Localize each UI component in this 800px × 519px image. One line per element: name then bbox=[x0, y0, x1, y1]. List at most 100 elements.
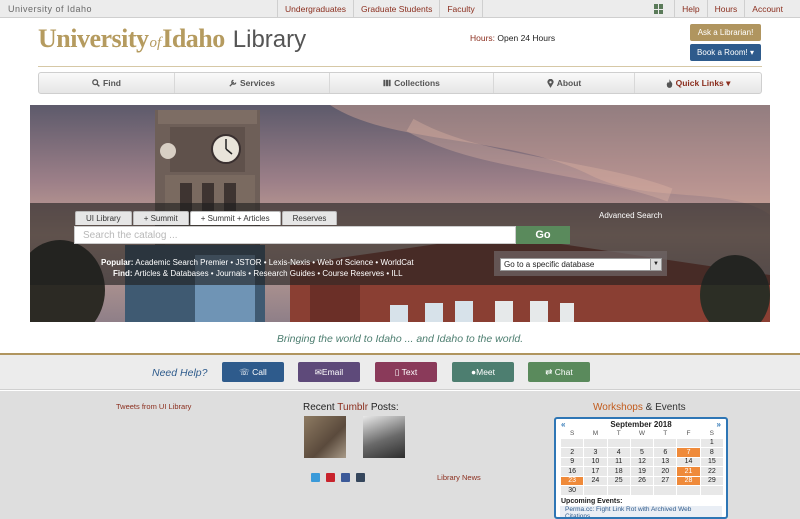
prev-month-button[interactable]: « bbox=[561, 420, 565, 429]
nav-collections[interactable]: Collections bbox=[330, 73, 494, 93]
weekday-header: T bbox=[616, 430, 621, 438]
tumblr-post-thumbnail[interactable] bbox=[304, 416, 346, 458]
advanced-search-link[interactable]: Advanced Search bbox=[599, 211, 662, 220]
hours-link[interactable]: Hours bbox=[706, 0, 745, 18]
twitter-icon[interactable] bbox=[311, 473, 320, 482]
envelope-icon: ✉ bbox=[314, 367, 322, 377]
tweets-link[interactable]: Tweets from UI Library bbox=[116, 402, 191, 411]
workshops-link[interactable]: Workshops bbox=[593, 402, 643, 413]
workshops-events-heading: Workshops & Events bbox=[593, 402, 686, 413]
faculty-link[interactable]: Faculty bbox=[439, 0, 483, 18]
nav-find[interactable]: Find bbox=[39, 73, 175, 93]
calendar-day: 5 bbox=[629, 447, 655, 458]
nav-quick-links[interactable]: Quick Links ▾ bbox=[635, 73, 761, 93]
account-link[interactable]: Account bbox=[744, 0, 790, 18]
logo-university: University bbox=[38, 24, 149, 53]
calendar-event-day[interactable]: 7 bbox=[676, 447, 701, 458]
call-button[interactable]: ☏ Call bbox=[222, 362, 284, 382]
calendar-event-day[interactable]: 21 bbox=[676, 466, 701, 477]
calendar-event-day[interactable]: 23 bbox=[559, 475, 585, 486]
apps-grid-icon[interactable] bbox=[654, 4, 664, 14]
tab-summit[interactable]: + Summit bbox=[132, 211, 189, 225]
email-button[interactable]: ✉Email bbox=[298, 362, 360, 382]
recent-pre: Recent bbox=[303, 402, 338, 413]
nav-services[interactable]: Services bbox=[175, 73, 330, 93]
database-select-value: Go to a specific database bbox=[504, 260, 595, 269]
hours-label: Hours: bbox=[470, 33, 496, 43]
events-label: & Events bbox=[642, 402, 686, 413]
columns-icon bbox=[383, 79, 391, 87]
tumblr-post-thumbnail[interactable] bbox=[363, 416, 405, 458]
nav-services-label: Services bbox=[240, 78, 275, 88]
tumblr-icon[interactable] bbox=[356, 473, 365, 482]
dropdown-arrow-icon: ▼ bbox=[650, 259, 661, 270]
search-go-button[interactable]: Go bbox=[516, 226, 570, 244]
help-link[interactable]: Help bbox=[674, 0, 706, 18]
calendar-day: 15 bbox=[699, 456, 725, 467]
weekday-header: M bbox=[592, 430, 599, 438]
recent-post: Posts: bbox=[368, 402, 399, 413]
database-select[interactable]: Go to a specific database ▼ bbox=[500, 258, 662, 271]
calendar-day: 20 bbox=[653, 466, 678, 477]
calendar-event-day[interactable]: 28 bbox=[676, 475, 701, 486]
popular-label: Popular: bbox=[101, 258, 134, 267]
calendar-day: 4 bbox=[606, 447, 631, 458]
popular-links: Popular: Academic Search Premier • JSTOR… bbox=[101, 257, 414, 279]
university-brand[interactable]: University of Idaho bbox=[8, 4, 92, 14]
calendar-empty-cell bbox=[606, 437, 631, 448]
chat-button[interactable]: ⇄ Chat bbox=[528, 362, 590, 382]
catalog-search-input[interactable]: Search the catalog ... bbox=[74, 226, 516, 244]
next-month-button[interactable]: » bbox=[717, 420, 721, 429]
facebook-icon[interactable] bbox=[341, 473, 350, 482]
weekday-header: F bbox=[686, 430, 691, 438]
nav-about-label: About bbox=[556, 78, 582, 88]
tumblr-link[interactable]: Tumblr bbox=[337, 402, 368, 413]
calendar-day: 6 bbox=[653, 447, 678, 458]
find-items[interactable]: Articles & Databases • Journals • Resear… bbox=[134, 269, 402, 278]
account-links: Help Hours Account bbox=[654, 0, 790, 18]
library-news-link[interactable]: Library News bbox=[437, 473, 481, 482]
calendar-empty-cell bbox=[583, 485, 608, 496]
popular-items[interactable]: Academic Search Premier • JSTOR • Lexis-… bbox=[135, 258, 413, 267]
calendar-day: 25 bbox=[606, 475, 631, 486]
calendar-empty-cell bbox=[676, 437, 701, 448]
call-label: Call bbox=[252, 367, 267, 377]
header-divider bbox=[38, 66, 762, 67]
exchange-icon: ⇄ bbox=[545, 367, 553, 377]
calendar-empty-cell bbox=[699, 485, 725, 496]
calendar-day: 19 bbox=[629, 466, 655, 477]
weekday-header: W bbox=[638, 430, 646, 438]
tab-summit-articles[interactable]: + Summit + Articles bbox=[189, 211, 281, 225]
calendar-day: 16 bbox=[559, 466, 585, 477]
calendar-day: 14 bbox=[676, 456, 701, 467]
weekday-header: S bbox=[569, 430, 575, 438]
recent-posts-heading: Recent Tumblr Posts: bbox=[303, 402, 399, 413]
meet-button[interactable]: ●Meet bbox=[452, 362, 514, 382]
nav-collections-label: Collections bbox=[394, 78, 440, 88]
search-tabs: UI Library + Summit + Summit + Articles … bbox=[75, 211, 338, 225]
text-button[interactable]: ▯ Text bbox=[375, 362, 437, 382]
library-logo[interactable]: University of Idaho Library bbox=[38, 24, 307, 53]
ask-librarian-button[interactable]: Ask a Librarian! bbox=[690, 24, 761, 41]
nav-about[interactable]: About bbox=[494, 73, 635, 93]
tab-ui-library[interactable]: UI Library bbox=[75, 211, 132, 225]
calendar-empty-cell bbox=[559, 437, 585, 448]
undergraduates-link[interactable]: Undergraduates bbox=[277, 0, 353, 18]
pinterest-icon[interactable] bbox=[326, 473, 335, 482]
chat-label: Chat bbox=[554, 367, 573, 377]
calendar-day: 11 bbox=[606, 456, 631, 467]
calendar-empty-cell bbox=[676, 485, 701, 496]
calendar-day: 29 bbox=[699, 475, 725, 486]
book-room-button[interactable]: Book a Room! ▾ bbox=[690, 44, 761, 61]
mobile-icon: ▯ bbox=[394, 367, 400, 377]
hours-display: Hours: Open 24 Hours bbox=[470, 33, 555, 43]
search-icon bbox=[92, 79, 100, 87]
logo-idaho: Idaho bbox=[162, 24, 225, 53]
calendar-empty-cell bbox=[583, 437, 608, 448]
logo-library: Library bbox=[232, 26, 307, 53]
upcoming-events-label: Upcoming Events: bbox=[561, 497, 623, 505]
calendar-day: 27 bbox=[653, 475, 678, 486]
graduate-students-link[interactable]: Graduate Students bbox=[352, 0, 439, 18]
upcoming-event-link[interactable]: Perma.cc: Fight Link Rot with Archived W… bbox=[560, 505, 722, 517]
tab-reserves[interactable]: Reserves bbox=[281, 211, 338, 225]
